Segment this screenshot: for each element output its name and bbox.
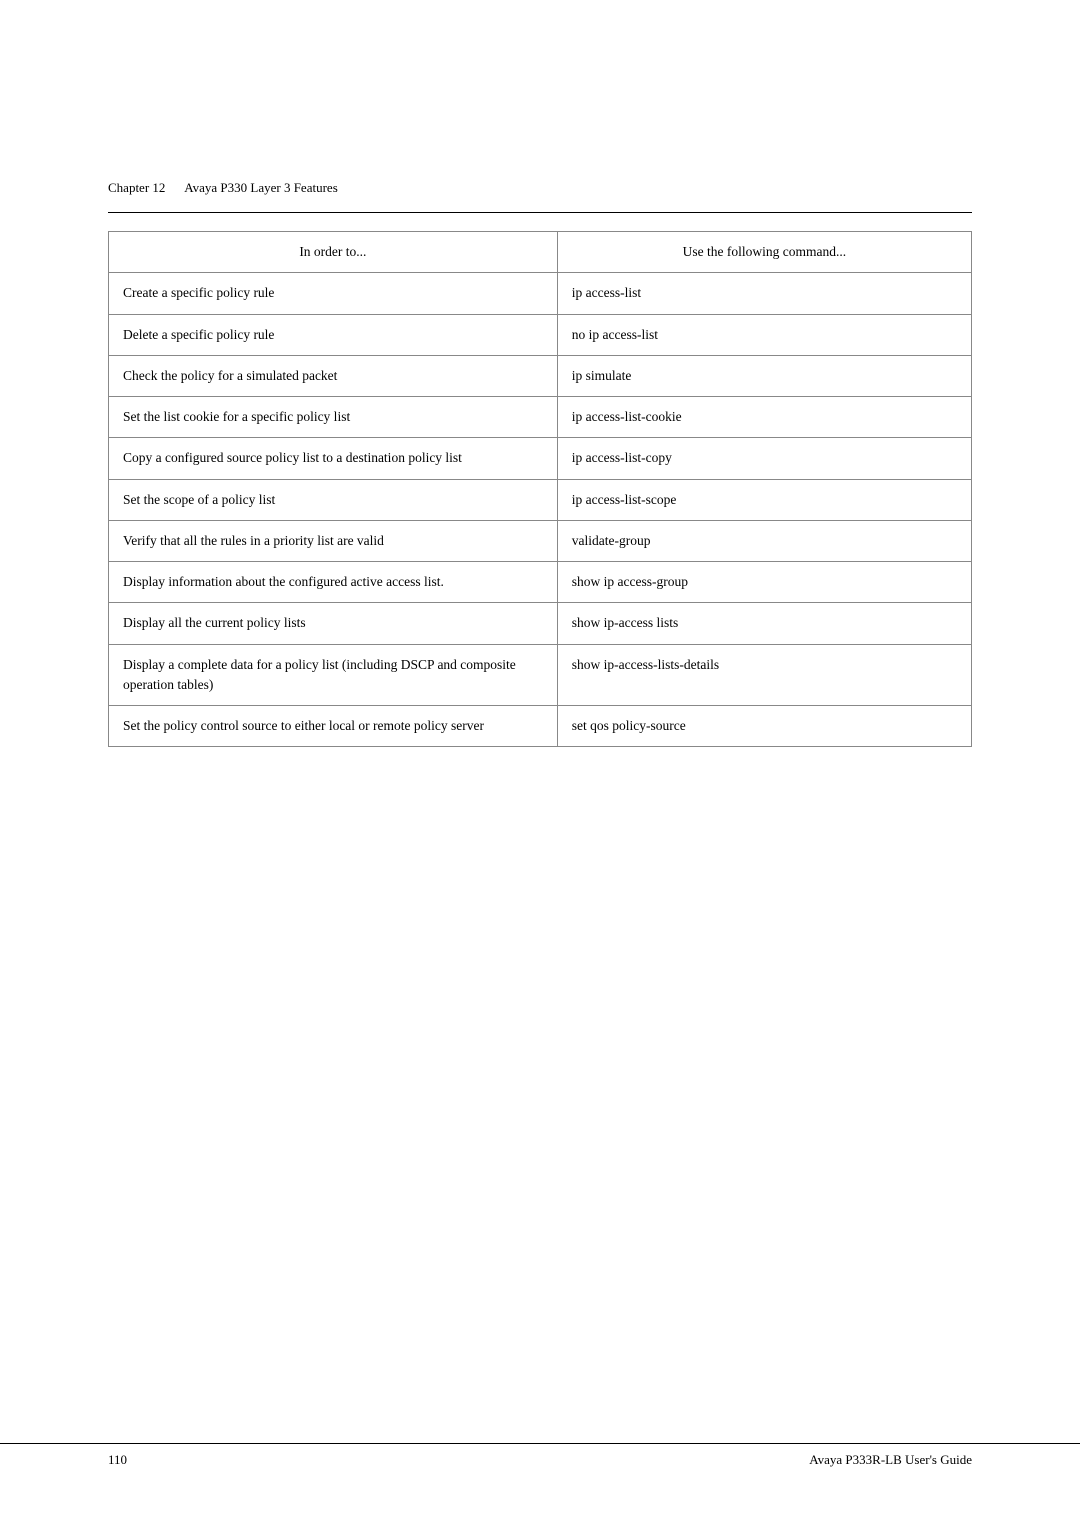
row-command: show ip access-group xyxy=(557,562,971,603)
row-command: no ip access-list xyxy=(557,314,971,355)
table-row: Set the scope of a policy listip access-… xyxy=(109,479,972,520)
col-header-command: Use the following command... xyxy=(557,232,971,273)
table-row: Display information about the configured… xyxy=(109,562,972,603)
row-description: Set the scope of a policy list xyxy=(109,479,558,520)
table-row: Display all the current policy listsshow… xyxy=(109,603,972,644)
table-row: Copy a configured source policy list to … xyxy=(109,438,972,479)
table-row: Create a specific policy ruleip access-l… xyxy=(109,273,972,314)
page: Chapter 12 Avaya P330 Layer 3 Features I… xyxy=(0,0,1080,1528)
table-row: Set the list cookie for a specific polic… xyxy=(109,397,972,438)
chapter-title: Avaya P330 Layer 3 Features xyxy=(184,180,338,195)
row-description: Check the policy for a simulated packet xyxy=(109,355,558,396)
col-header-description: In order to... xyxy=(109,232,558,273)
row-description: Verify that all the rules in a priority … xyxy=(109,520,558,561)
row-command: ip access-list-copy xyxy=(557,438,971,479)
row-command: set qos policy-source xyxy=(557,706,971,747)
row-command: ip access-list-cookie xyxy=(557,397,971,438)
row-command: ip access-list-scope xyxy=(557,479,971,520)
row-description: Create a specific policy rule xyxy=(109,273,558,314)
row-description: Set the list cookie for a specific polic… xyxy=(109,397,558,438)
table-row: Display a complete data for a policy lis… xyxy=(109,644,972,706)
row-description: Display a complete data for a policy lis… xyxy=(109,644,558,706)
content-area: In order to... Use the following command… xyxy=(0,231,1080,747)
row-command: show ip-access-lists-details xyxy=(557,644,971,706)
row-command: ip simulate xyxy=(557,355,971,396)
row-command: ip access-list xyxy=(557,273,971,314)
table-header-row: In order to... Use the following command… xyxy=(109,232,972,273)
chapter-line: Chapter 12 Avaya P330 Layer 3 Features xyxy=(108,180,972,196)
table-row: Check the policy for a simulated packeti… xyxy=(109,355,972,396)
row-description: Copy a configured source policy list to … xyxy=(109,438,558,479)
row-command: show ip-access lists xyxy=(557,603,971,644)
page-number: 110 xyxy=(108,1452,127,1468)
row-description: Display all the current policy lists xyxy=(109,603,558,644)
chapter-number: Chapter 12 xyxy=(108,180,165,195)
commands-table: In order to... Use the following command… xyxy=(108,231,972,747)
header-area: Chapter 12 Avaya P330 Layer 3 Features xyxy=(0,0,1080,212)
row-description: Delete a specific policy rule xyxy=(109,314,558,355)
row-description: Set the policy control source to either … xyxy=(109,706,558,747)
chapter-label: Chapter 12 Avaya P330 Layer 3 Features xyxy=(108,180,338,196)
table-row: Delete a specific policy ruleno ip acces… xyxy=(109,314,972,355)
row-command: validate-group xyxy=(557,520,971,561)
table-row: Set the policy control source to either … xyxy=(109,706,972,747)
row-description: Display information about the configured… xyxy=(109,562,558,603)
footer: 110 Avaya P333R-LB User's Guide xyxy=(0,1443,1080,1468)
guide-title: Avaya P333R-LB User's Guide xyxy=(809,1452,972,1468)
table-row: Verify that all the rules in a priority … xyxy=(109,520,972,561)
header-divider xyxy=(108,212,972,213)
